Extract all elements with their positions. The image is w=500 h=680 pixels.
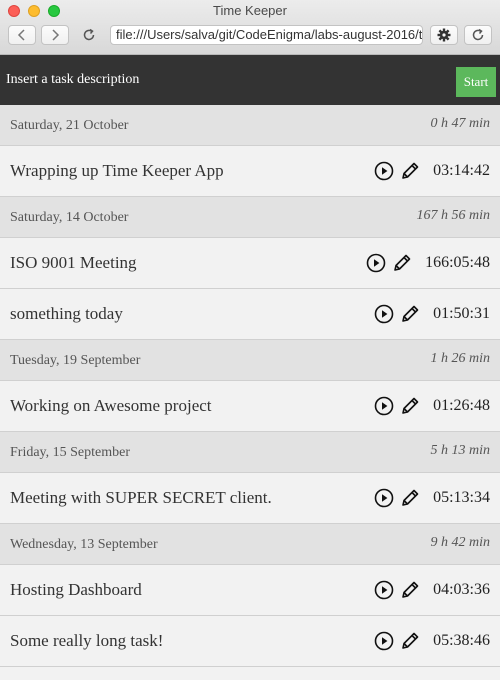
day-date: Saturday, 21 October (10, 118, 129, 133)
day-date: Tuesday, 19 September (10, 353, 141, 368)
task-actions (373, 303, 421, 325)
refresh-icon (472, 28, 484, 41)
settings-button[interactable] (430, 25, 458, 45)
reload-icon (83, 28, 95, 41)
play-circle-icon[interactable] (373, 579, 395, 601)
task-row: something today 01:50:31 (0, 289, 500, 340)
day-total-duration: 1 h 26 min (430, 351, 491, 366)
task-row: Meeting with SUPER SECRET client. 05:13:3… (0, 473, 500, 524)
task-name: something today (10, 304, 123, 323)
task-actions (373, 487, 421, 509)
play-circle-icon[interactable] (365, 252, 387, 274)
task-row: ISO 9001 Meeting 166:05:48 (0, 238, 500, 289)
pencil-icon[interactable] (399, 160, 421, 182)
task-actions (373, 579, 421, 601)
task-duration: 01:50:31 (433, 305, 490, 322)
task-row: Hosting Dashboard 04:03:36 (0, 565, 500, 616)
task-row: Some really long task! 05:38:46 (0, 616, 500, 667)
app-header: Start (0, 55, 500, 105)
day-header: Saturday, 21 October 0 h 47 min (0, 105, 500, 146)
pencil-icon[interactable] (399, 303, 421, 325)
play-circle-icon[interactable] (373, 487, 395, 509)
task-duration: 05:13:34 (433, 489, 490, 506)
task-row: Wrapping up Time Keeper App 03:14:42 (0, 146, 500, 197)
day-header: Friday, 15 September 5 h 13 min (0, 432, 500, 473)
day-date: Saturday, 14 October (10, 210, 129, 225)
play-circle-icon[interactable] (373, 303, 395, 325)
task-list: Saturday, 21 October 0 h 47 min Wrapping u… (0, 105, 500, 667)
start-button[interactable]: Start (456, 67, 496, 97)
task-duration: 04:03:36 (433, 581, 490, 598)
task-row: Working on Awesome project 01:26:48 (0, 381, 500, 432)
browser-toolbar: file:///Users/salva/git/CodeEnigma/labs-… (8, 25, 492, 47)
pencil-icon[interactable] (399, 395, 421, 417)
refresh-button[interactable] (464, 25, 492, 45)
task-duration: 166:05:48 (425, 254, 490, 271)
chevron-left-icon (17, 29, 25, 41)
window-titlebar: Time Keeper file:///Users/salva/git/Code… (0, 0, 500, 55)
task-duration: 01:26:48 (433, 397, 490, 414)
pencil-icon[interactable] (399, 487, 421, 509)
task-name: Some really long task! (10, 631, 164, 650)
play-circle-icon[interactable] (373, 630, 395, 652)
task-name: Hosting Dashboard (10, 580, 142, 599)
window-title: Time Keeper (213, 3, 287, 18)
pencil-icon[interactable] (391, 252, 413, 274)
reload-button[interactable] (76, 25, 102, 45)
task-name: Wrapping up Time Keeper App (10, 161, 224, 180)
address-bar[interactable]: file:///Users/salva/git/CodeEnigma/labs-… (110, 25, 423, 45)
play-circle-icon[interactable] (373, 395, 395, 417)
day-total-duration: 0 h 47 min (430, 116, 491, 131)
task-name: Meeting with SUPER SECRET client. (10, 488, 272, 507)
play-circle-icon[interactable] (373, 160, 395, 182)
day-header: Wednesday, 13 September 9 h 42 min (0, 524, 500, 565)
task-description-input[interactable] (6, 72, 436, 88)
task-actions (373, 160, 421, 182)
day-date: Wednesday, 13 September (10, 537, 158, 552)
pencil-icon[interactable] (399, 579, 421, 601)
task-actions (365, 252, 413, 274)
day-header: Saturday, 14 October 167 h 56 min (0, 197, 500, 238)
task-duration: 03:14:42 (433, 162, 490, 179)
back-button[interactable] (8, 25, 36, 45)
gear-icon (437, 28, 451, 42)
chevron-right-icon (52, 29, 60, 41)
day-header: Tuesday, 19 September 1 h 26 min (0, 340, 500, 381)
day-total-duration: 167 h 56 min (416, 208, 491, 223)
day-total-duration: 5 h 13 min (430, 443, 491, 458)
forward-button[interactable] (41, 25, 69, 45)
pencil-icon[interactable] (399, 630, 421, 652)
task-duration: 05:38:46 (433, 632, 490, 649)
task-name: ISO 9001 Meeting (10, 253, 137, 272)
task-actions (373, 630, 421, 652)
task-name: Working on Awesome project (10, 396, 212, 415)
day-total-duration: 9 h 42 min (430, 535, 491, 550)
task-actions (373, 395, 421, 417)
day-date: Friday, 15 September (10, 445, 131, 460)
